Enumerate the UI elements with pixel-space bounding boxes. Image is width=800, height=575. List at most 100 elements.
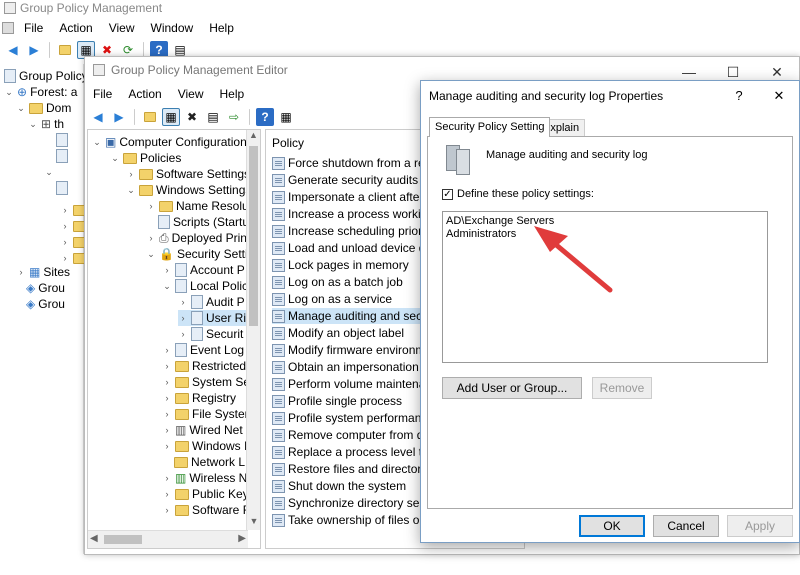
scroll-thumb[interactable] (104, 535, 142, 544)
cancel-button[interactable]: Cancel (653, 515, 719, 537)
define-settings-checkbox[interactable]: ✓ (442, 189, 453, 200)
tree-windows-settings[interactable]: ⌄ Windows Settings (126, 182, 251, 198)
tree-restricted-groups[interactable]: › Restricted (162, 358, 247, 374)
tab-security-policy-setting[interactable]: Security Policy Setting (429, 117, 551, 137)
define-settings-label[interactable]: Define these policy settings: (457, 188, 594, 200)
forward-arrow-icon[interactable]: ▶ (110, 108, 128, 126)
chevron-right-icon[interactable]: › (126, 166, 136, 182)
gpme-menu-view[interactable]: View (170, 87, 212, 101)
gpm-tree-item[interactable]: Group Policy (4, 68, 88, 84)
properties-icon[interactable]: ▤ (204, 108, 222, 126)
tree-wireless-network[interactable]: › ▥ Wireless N (162, 470, 248, 486)
add-user-or-group-button[interactable]: Add User or Group... (442, 377, 582, 399)
policy-row[interactable]: Force shutdown from a rem (272, 155, 435, 171)
policy-row[interactable]: Shut down the system (272, 478, 406, 494)
tree-scripts[interactable]: Scripts (Startu (158, 214, 249, 230)
chevron-down-icon[interactable]: ⌄ (126, 182, 136, 198)
gpm-tree-item[interactable]: ◈ Grou (26, 296, 65, 312)
policy-row[interactable]: Log on as a service (272, 291, 392, 307)
chevron-right-icon[interactable]: › (162, 422, 172, 438)
policy-row[interactable]: Impersonate a client after au (272, 189, 440, 205)
chevron-right-icon[interactable]: › (146, 198, 156, 214)
tree-public-key[interactable]: › Public Key (162, 486, 249, 502)
chevron-down-icon[interactable]: ⌄ (16, 100, 26, 116)
gpme-menu-file[interactable]: File (85, 87, 120, 101)
gpme-menu-action[interactable]: Action (120, 87, 169, 101)
policy-row[interactable]: Profile system performance (272, 410, 434, 426)
tree-account-policies[interactable]: › Account P (162, 262, 245, 278)
up-folder-icon[interactable] (141, 108, 159, 126)
gpm-menu-window[interactable]: Window (143, 21, 202, 35)
policy-row[interactable]: Perform volume maintenan (272, 376, 432, 392)
policy-row[interactable]: Load and unload device drive (272, 240, 445, 256)
policy-column-header[interactable]: Policy (272, 136, 304, 150)
ok-button[interactable]: OK (579, 515, 645, 537)
scroll-down-icon[interactable]: ▼ (247, 516, 260, 530)
gpm-tree-item[interactable]: ⌄ Dom (16, 100, 71, 116)
gpm-tree-item[interactable]: ⌄ ⊕ Forest: a (4, 84, 77, 100)
tree-wired-network[interactable]: › ▥ Wired Net (162, 422, 243, 438)
gpm-tree-item[interactable] (56, 180, 68, 196)
policy-row[interactable]: Replace a process level toke (272, 444, 441, 460)
gpm-tree-item[interactable]: › (60, 234, 87, 250)
remove-button[interactable]: Remove (592, 377, 652, 399)
tree-software-settings[interactable]: › Software Settings (126, 166, 251, 182)
chevron-down-icon[interactable]: ⌄ (162, 278, 172, 294)
policy-row[interactable]: Log on as a batch job (272, 274, 403, 290)
tree-security-settings[interactable]: ⌄ 🔒 Security Settin (146, 246, 254, 262)
tree-deployed-printers[interactable]: › ⎙ Deployed Prin (146, 230, 247, 246)
chevron-right-icon[interactable]: › (146, 230, 156, 246)
policy-row[interactable]: Obtain an impersonation tol (272, 359, 435, 375)
gpm-menu-action[interactable]: Action (51, 21, 100, 35)
chevron-right-icon[interactable]: › (178, 294, 188, 310)
tree-computer-configuration[interactable]: ⌄ ▣ Computer Configuration (92, 134, 247, 150)
chevron-down-icon[interactable]: ⌄ (92, 134, 102, 150)
gpm-menu-file[interactable]: File (16, 21, 51, 35)
gpm-tree-item[interactable] (56, 148, 68, 164)
tree-network-list[interactable]: Network L (174, 454, 245, 470)
chevron-right-icon[interactable]: › (162, 486, 172, 502)
gpm-tree-item[interactable]: › ▦ Sites (16, 264, 71, 280)
tree-policies[interactable]: ⌄ Policies (110, 150, 181, 166)
policy-row[interactable]: Remove computer from doc (272, 427, 436, 443)
gpm-tree-item[interactable]: ◈ Grou (26, 280, 65, 296)
chevron-right-icon[interactable]: › (162, 358, 172, 374)
policy-row[interactable]: Modify firmware environme (272, 342, 432, 358)
tree-audit-policy[interactable]: › Audit P (178, 294, 245, 310)
policy-row[interactable]: Lock pages in memory (272, 257, 409, 273)
gpm-tree-item[interactable]: › (60, 202, 87, 218)
back-arrow-icon[interactable]: ◀ (4, 41, 22, 59)
tree-name-resolution[interactable]: › Name Resolut (146, 198, 253, 214)
chevron-down-icon[interactable]: ⌄ (4, 84, 14, 100)
chevron-down-icon[interactable]: ⌄ (146, 246, 156, 262)
gpme-menu-help[interactable]: Help (212, 87, 253, 101)
policy-row[interactable]: Increase scheduling priority (272, 223, 434, 239)
policy-row[interactable]: Modify an object label (272, 325, 404, 341)
chevron-right-icon[interactable]: › (60, 234, 70, 250)
chevron-right-icon[interactable]: › (162, 262, 172, 278)
tree-windows-firewall[interactable]: › Windows I (162, 438, 248, 454)
chevron-right-icon[interactable]: › (178, 326, 188, 342)
chevron-down-icon[interactable]: ⌄ (110, 150, 120, 166)
gpm-tree-item[interactable]: ⌄ (44, 164, 54, 180)
chevron-down-icon[interactable]: ⌄ (28, 116, 38, 132)
listbox-entry[interactable]: Administrators (446, 228, 516, 240)
delete-icon[interactable]: ✖ (183, 108, 201, 126)
tree-horizontal-scrollbar[interactable]: ◀ ▶ (88, 530, 248, 548)
gpm-menu-help[interactable]: Help (201, 21, 242, 35)
chevron-right-icon[interactable]: › (162, 374, 172, 390)
policy-row[interactable]: Synchronize directory servic (272, 495, 438, 511)
tree-file-system[interactable]: › File Systen (162, 406, 252, 422)
accounts-listbox[interactable]: AD\Exchange Servers Administrators (442, 211, 768, 363)
chevron-right-icon[interactable]: › (16, 264, 26, 280)
tree-local-policies[interactable]: ⌄ Local Polic (162, 278, 248, 294)
help-icon[interactable]: ? (256, 108, 274, 126)
policy-row[interactable]: Restore files and directories (272, 461, 437, 477)
tree-system-services[interactable]: › System Se (162, 374, 251, 390)
policy-row[interactable]: Generate security audits (272, 172, 418, 188)
up-folder-icon[interactable] (56, 41, 74, 59)
chevron-right-icon[interactable]: › (178, 310, 188, 326)
tree-event-log[interactable]: › Event Log (162, 342, 244, 358)
gpm-tree-item[interactable] (56, 132, 68, 148)
chevron-right-icon[interactable]: › (162, 438, 172, 454)
